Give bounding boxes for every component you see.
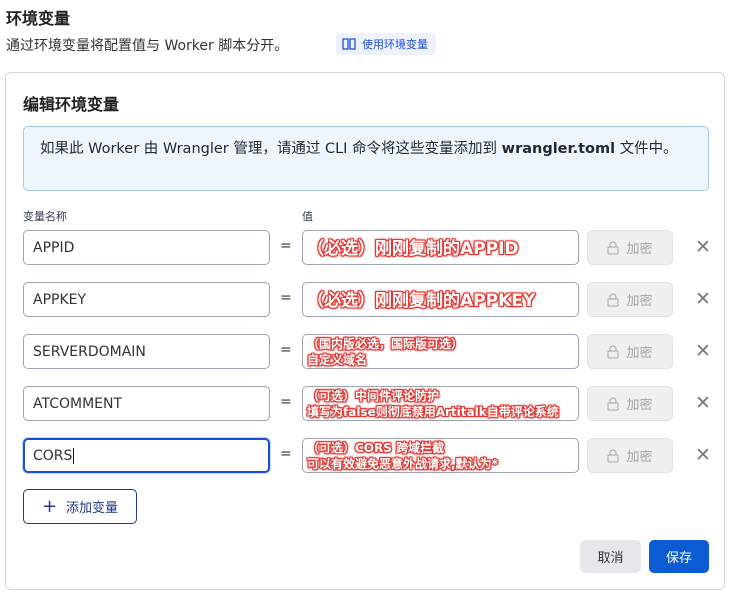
equals-sign: = [280,394,292,410]
info-text-suffix: 文件中。 [615,141,678,157]
env-var-row: ATCOMMENT = （可选）中间件评论防护 填写为false则彻底禁用Art… [23,386,713,422]
add-variable-button[interactable]: + 添加变量 [23,489,137,524]
lock-icon [607,396,620,411]
env-var-row: APPID = （必选）刚刚复制的APPID 加密 ✕ [23,230,713,266]
value-annotation-line2: 自定义域名 [307,353,368,367]
variable-value-input[interactable]: （可选）CORS 跨域拦截 可以有效避免恶意外战请求,默认为* [302,438,579,473]
cancel-button[interactable]: 取消 [580,540,641,573]
variable-name-input[interactable]: APPID [23,230,270,265]
encrypt-button[interactable]: 加密 [587,438,673,473]
equals-sign: = [280,342,292,358]
close-icon[interactable]: ✕ [695,342,711,361]
lock-icon [607,448,620,463]
close-icon[interactable]: ✕ [695,290,711,309]
encrypt-label: 加密 [626,398,653,413]
close-icon[interactable]: ✕ [695,238,711,257]
panel-title: 编辑环境变量 [23,95,120,114]
encrypt-label: 加密 [626,346,653,361]
add-variable-label: 添加变量 [66,501,119,516]
encrypt-button[interactable]: 加密 [587,282,673,317]
variable-value-input[interactable]: （国内版必选，国际版可选） 自定义域名 [302,334,579,369]
info-banner: 如果此 Worker 由 Wrangler 管理，请通过 CLI 命令将这些变量… [23,126,709,191]
save-button[interactable]: 保存 [649,540,709,573]
close-icon[interactable]: ✕ [695,394,711,413]
section-description: 通过环境变量将配置值与 Worker 脚本分开。 [6,38,289,54]
lock-icon [607,292,620,307]
equals-sign: = [280,446,292,462]
value-annotation-line2: 填写为false则彻底禁用Artitalk自带评论系统 [307,405,559,419]
value-annotation-line1: （可选）CORS 跨域拦截 [307,441,445,455]
docs-link[interactable]: 使用环境变量 [336,33,436,55]
value-annotation: （必选）刚刚复制的APPID [307,239,519,259]
value-annotation-line1: （可选）中间件评论防护 [307,389,440,403]
variable-name-input[interactable]: CORS [23,438,270,473]
variable-value-input[interactable]: （可选）中间件评论防护 填写为false则彻底禁用Artitalk自带评论系统 [302,386,579,421]
encrypt-label: 加密 [626,450,653,465]
text-caret [73,447,75,464]
variable-name-input[interactable]: APPKEY [23,282,270,317]
env-var-row: APPKEY = （必选）刚刚复制的APPKEY 加密 ✕ [23,282,713,318]
plus-icon: + [41,495,58,517]
variable-name-input[interactable]: SERVERDOMAIN [23,334,270,369]
encrypt-label: 加密 [626,242,653,257]
encrypt-button[interactable]: 加密 [587,334,673,369]
column-label-value: 值 [302,210,313,223]
info-file-name: wrangler.toml [501,141,616,157]
variable-value-input[interactable]: （必选）刚刚复制的APPID [302,230,579,265]
encrypt-button[interactable]: 加密 [587,230,673,265]
close-icon[interactable]: ✕ [695,446,711,465]
column-label-name: 变量名称 [23,210,67,223]
encrypt-label: 加密 [626,294,653,309]
section-title: 环境变量 [6,9,71,28]
value-annotation: （必选）刚刚复制的APPKEY [307,291,536,311]
lock-icon [607,344,620,359]
equals-sign: = [280,290,292,306]
variable-value-input[interactable]: （必选）刚刚复制的APPKEY [302,282,579,317]
encrypt-button[interactable]: 加密 [587,386,673,421]
variable-name-text: CORS [33,447,73,464]
book-icon [342,38,356,50]
info-text-prefix: 如果此 Worker 由 Wrangler 管理，请通过 CLI 命令将这些变量… [40,141,502,157]
edit-env-panel: 编辑环境变量 如果此 Worker 由 Wrangler 管理，请通过 CLI … [5,72,725,590]
variable-name-input[interactable]: ATCOMMENT [23,386,270,421]
env-var-row: SERVERDOMAIN = （国内版必选，国际版可选） 自定义域名 加密 ✕ [23,334,713,370]
lock-icon [607,240,620,255]
docs-link-label: 使用环境变量 [362,38,428,51]
equals-sign: = [280,238,292,254]
value-annotation-line2: 可以有效避免恶意外战请求,默认为* [307,457,498,471]
value-annotation-line1: （国内版必选，国际版可选） [307,337,464,351]
env-var-row: CORS = （可选）CORS 跨域拦截 可以有效避免恶意外战请求,默认为* 加… [23,438,713,474]
